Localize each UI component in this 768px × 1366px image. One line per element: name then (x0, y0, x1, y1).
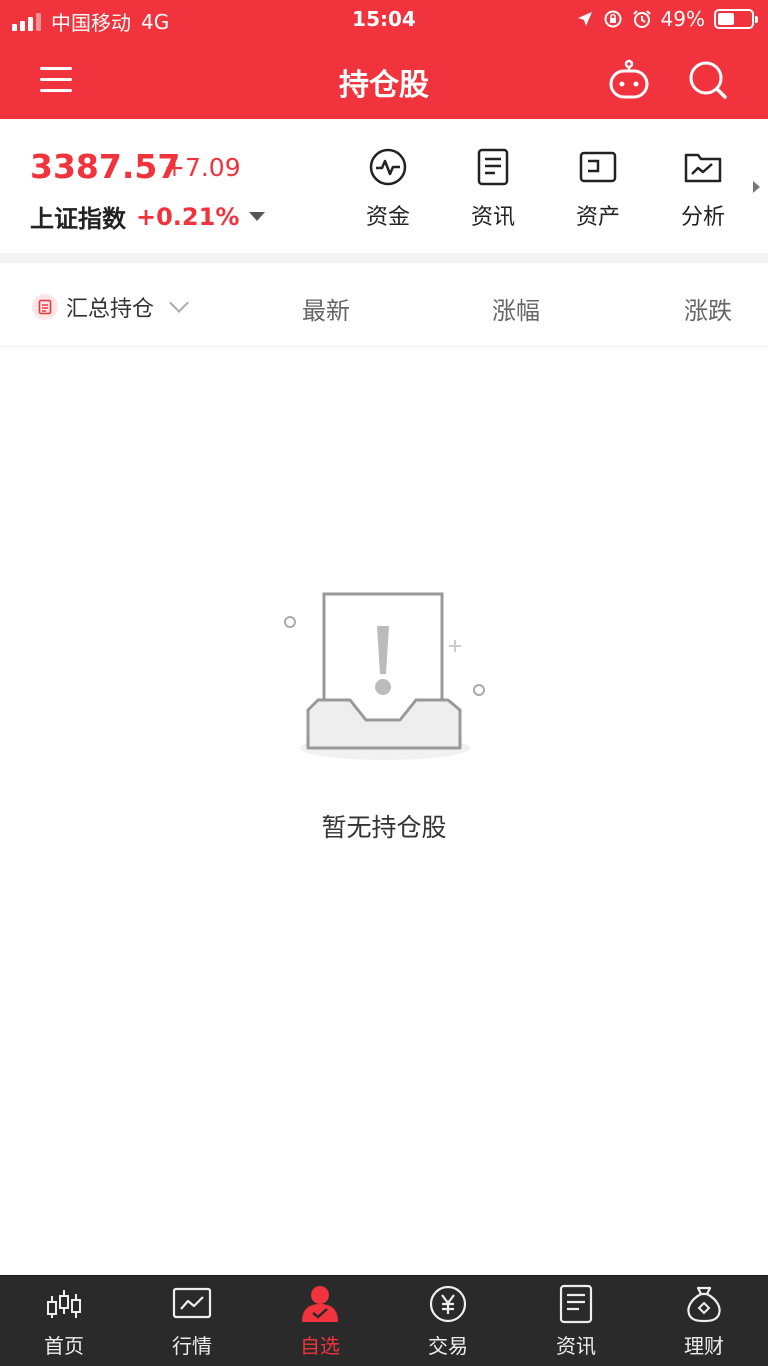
battery-icon (714, 9, 758, 29)
quick-link-assets[interactable]: 资产 (558, 147, 638, 231)
document-icon (559, 1284, 593, 1324)
page-title: 持仓股 (339, 68, 429, 103)
holdings-column-header: 汇总持仓 最新 涨幅 涨跌 (0, 263, 768, 347)
money-bag-icon (687, 1286, 721, 1323)
aggregate-label: 汇总持仓 (66, 297, 155, 322)
location-arrow-icon (577, 12, 592, 26)
tab-market[interactable]: 行情 (142, 1284, 242, 1359)
tab-label: 理财 (684, 1334, 724, 1358)
column-change[interactable]: 涨跌 (684, 291, 732, 326)
tab-label: 行情 (172, 1334, 212, 1358)
robot-assistant-icon[interactable] (607, 58, 651, 102)
section-divider (0, 253, 768, 263)
empty-state-message: 暂无持仓股 (321, 813, 447, 842)
scroll-right-arrow-icon[interactable] (753, 181, 760, 193)
tab-watchlist[interactable]: 自选 (270, 1284, 370, 1359)
candlestick-icon (47, 1290, 81, 1318)
document-icon (477, 148, 509, 186)
pulse-icon (369, 148, 407, 186)
tab-label: 交易 (428, 1334, 468, 1358)
tab-trade[interactable]: 交易 (398, 1284, 498, 1359)
tab-label: 首页 (44, 1334, 84, 1358)
caret-down-icon (249, 212, 266, 221)
quick-link-funds[interactable]: 资金 (348, 147, 428, 231)
card-icon (579, 151, 617, 183)
tab-home[interactable]: 首页 (14, 1284, 114, 1359)
quick-link-label: 资讯 (470, 205, 515, 230)
battery-percent: 49% (660, 7, 705, 31)
bottom-tab-bar: 首页 行情 自选 交易 资讯 理财 (0, 1275, 768, 1366)
search-icon[interactable] (686, 58, 730, 102)
app-header: 持仓股 (0, 40, 768, 119)
empty-inbox-icon (284, 592, 485, 760)
quick-link-label: 分析 (680, 205, 725, 230)
index-selector[interactable]: 上证指数 +0.21% (30, 199, 266, 234)
chevron-down-icon (169, 293, 189, 313)
index-change-pct: +0.21% (136, 202, 240, 231)
column-latest[interactable]: 最新 (302, 291, 350, 326)
rotation-lock-icon (604, 10, 622, 28)
line-chart-icon (172, 1287, 212, 1319)
alarm-icon (632, 10, 651, 28)
index-name: 上证指数 (30, 205, 126, 233)
quick-link-label: 资金 (365, 205, 410, 230)
user-check-icon (302, 1286, 338, 1322)
status-bar: 中国移动 4G 15:04 49% (0, 0, 768, 40)
index-change: +7.09 (164, 153, 241, 182)
tab-label: 自选 (300, 1334, 340, 1358)
aggregate-holdings-dropdown[interactable]: 汇总持仓 (32, 291, 189, 323)
folder-chart-icon (684, 153, 722, 183)
yuan-coin-icon (429, 1285, 467, 1323)
tab-news[interactable]: 资讯 (526, 1284, 626, 1359)
column-change-pct[interactable]: 涨幅 (492, 291, 540, 326)
tab-label: 资讯 (556, 1334, 596, 1358)
index-panel[interactable]: 3387.57 +7.09 上证指数 +0.21% 资金 资讯 资产 分析 (0, 119, 768, 253)
quick-link-news[interactable]: 资讯 (453, 147, 533, 231)
tab-wealth[interactable]: 理财 (654, 1284, 754, 1359)
top-bar: 中国移动 4G 15:04 49% 持仓股 (0, 0, 768, 119)
quick-link-analysis[interactable]: 分析 (663, 147, 743, 231)
quick-link-label: 资产 (575, 205, 620, 230)
index-value: 3387.57 (30, 147, 181, 186)
document-badge-icon (32, 294, 58, 320)
